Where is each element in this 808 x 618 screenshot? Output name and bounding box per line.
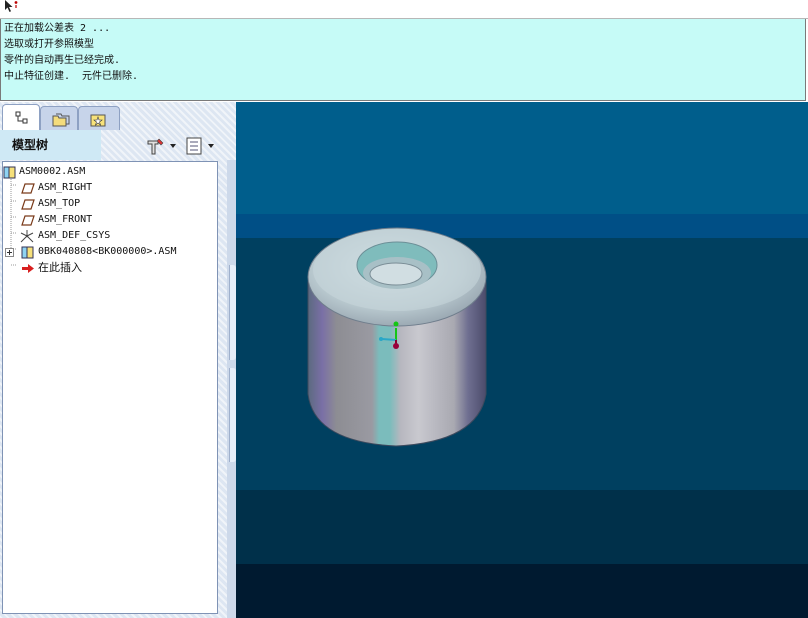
show-icon[interactable] <box>184 135 220 157</box>
navigator-panel: 模型树 ASM0002.ASM ASM_RIGHT ASM_TOP ASM_FR… <box>0 102 236 618</box>
navigator-header: 模型树 <box>0 130 227 160</box>
select-cursor-icon <box>5 0 18 12</box>
background-band <box>236 564 808 618</box>
datum-plane-icon <box>21 199 35 210</box>
graphics-window[interactable] <box>236 102 808 618</box>
background-band <box>236 214 808 238</box>
tree-item-label: ASM_FRONT <box>38 214 93 225</box>
tab-model-tree[interactable] <box>2 104 40 131</box>
folder-browser-icon <box>52 113 70 127</box>
tree-item-label: ASM_DEF_CSYS <box>38 230 111 241</box>
title-bar <box>0 0 808 19</box>
splitter-grip[interactable] <box>229 368 236 462</box>
background-band <box>236 490 808 564</box>
tree-item-label: ASM0002.ASM <box>19 166 86 177</box>
tab-favorites[interactable] <box>78 106 120 130</box>
datum-plane-icon <box>21 183 35 194</box>
message-line: 正在加载公差表 2 ... <box>4 23 111 34</box>
background-band <box>236 102 808 214</box>
panel-title: 模型树 <box>0 130 101 160</box>
message-line: 中止特征创建. 元件已删除. <box>4 71 139 82</box>
datum-plane-icon <box>21 215 35 226</box>
insert-here-icon <box>22 264 34 273</box>
tree-item-label: 在此插入 <box>38 261 82 274</box>
message-line: 选取或打开参照模型 <box>4 39 94 50</box>
favorites-icon <box>90 114 106 127</box>
tab-folder-browser[interactable] <box>40 106 78 130</box>
splitter-grip[interactable] <box>229 265 236 360</box>
tree-item-label: 0BK040808<BK000000>.ASM <box>38 246 177 257</box>
model-tree: ASM0002.ASM ASM_RIGHT ASM_TOP ASM_FRONT <box>2 161 218 614</box>
settings-icon[interactable] <box>144 135 178 157</box>
graphics-canvas[interactable] <box>236 102 808 618</box>
model-tree-icon <box>15 111 28 124</box>
header-tools <box>144 135 224 157</box>
csys-icon <box>20 230 34 243</box>
assembly-icon <box>3 166 16 179</box>
tree-item-label: ASM_RIGHT <box>38 182 93 193</box>
message-area: 正在加载公差表 2 ... 选取或打开参照模型 零件的自动再生已经完成. 中止特… <box>0 19 806 101</box>
navigator-tabs <box>0 104 236 131</box>
message-line: 零件的自动再生已经完成. <box>4 55 121 66</box>
assembly-icon <box>21 246 34 259</box>
tree-item-label: ASM_TOP <box>38 198 81 209</box>
expand-icon[interactable] <box>5 248 14 257</box>
